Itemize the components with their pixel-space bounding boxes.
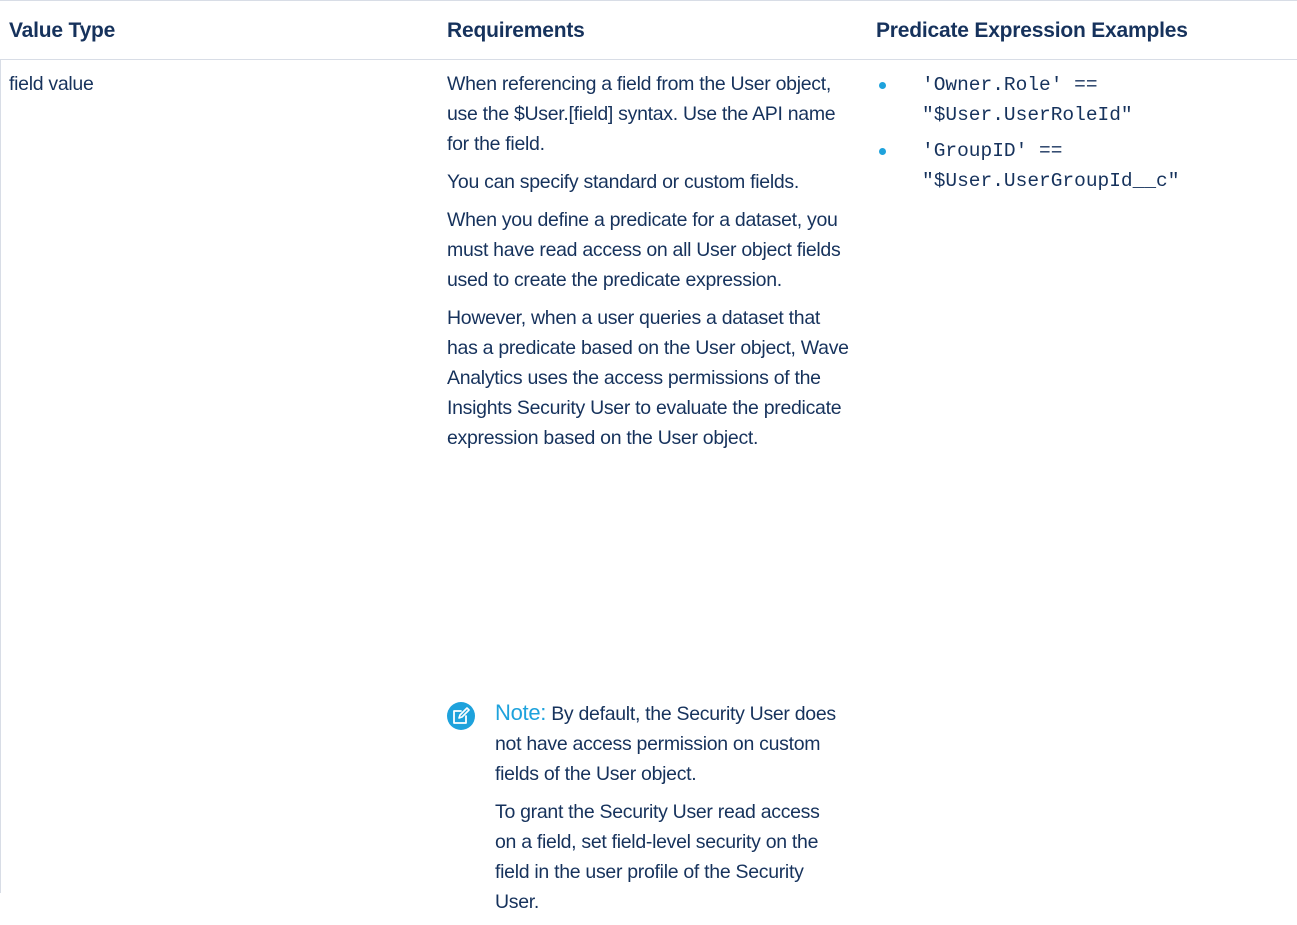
note-paragraph-2: To grant the Security User read access o… bbox=[495, 801, 820, 913]
note-paragraph: Note: By default, the Security User does… bbox=[495, 698, 845, 789]
example-code-line: "$User.UserGroupId__c" bbox=[922, 170, 1180, 192]
column-header-requirements: Requirements bbox=[447, 19, 585, 42]
column-header-predicate-examples: Predicate Expression Examples bbox=[876, 19, 1188, 42]
bullet-dot-icon bbox=[879, 82, 886, 89]
requirement-paragraph: However, when a user queries a dataset t… bbox=[447, 307, 849, 449]
note-label: Note: bbox=[495, 700, 547, 725]
bullet-dot-icon bbox=[879, 148, 886, 155]
table-header-row: Value Type Requirements Predicate Expres… bbox=[0, 0, 1297, 60]
value-type-cell: field value bbox=[9, 73, 94, 95]
predicate-examples-list: 'Owner.Role' == "$User.UserRoleId" 'Grou… bbox=[876, 70, 1286, 196]
example-item: 'GroupID' == "$User.UserGroupId__c" bbox=[876, 136, 1286, 196]
requirement-paragraph: You can specify standard or custom field… bbox=[447, 171, 799, 193]
edit-note-icon bbox=[447, 702, 475, 730]
table-left-border bbox=[0, 60, 1, 893]
requirements-cell: When referencing a field from the User o… bbox=[447, 69, 855, 461]
example-item: 'Owner.Role' == "$User.UserRoleId" bbox=[876, 70, 1286, 130]
note-text: By default, the Security User does not h… bbox=[495, 703, 836, 785]
note-body: Note: By default, the Security User does… bbox=[495, 698, 845, 925]
example-code-line: "$User.UserRoleId" bbox=[922, 104, 1133, 126]
requirement-paragraph: When you define a predicate for a datase… bbox=[447, 209, 841, 291]
requirement-paragraph: When referencing a field from the User o… bbox=[447, 73, 836, 155]
value-type-table: Value Type Requirements Predicate Expres… bbox=[0, 0, 1297, 913]
example-code-line: 'GroupID' == bbox=[922, 140, 1063, 162]
column-header-value-type: Value Type bbox=[9, 19, 116, 42]
example-code-line: 'Owner.Role' == bbox=[922, 74, 1098, 96]
